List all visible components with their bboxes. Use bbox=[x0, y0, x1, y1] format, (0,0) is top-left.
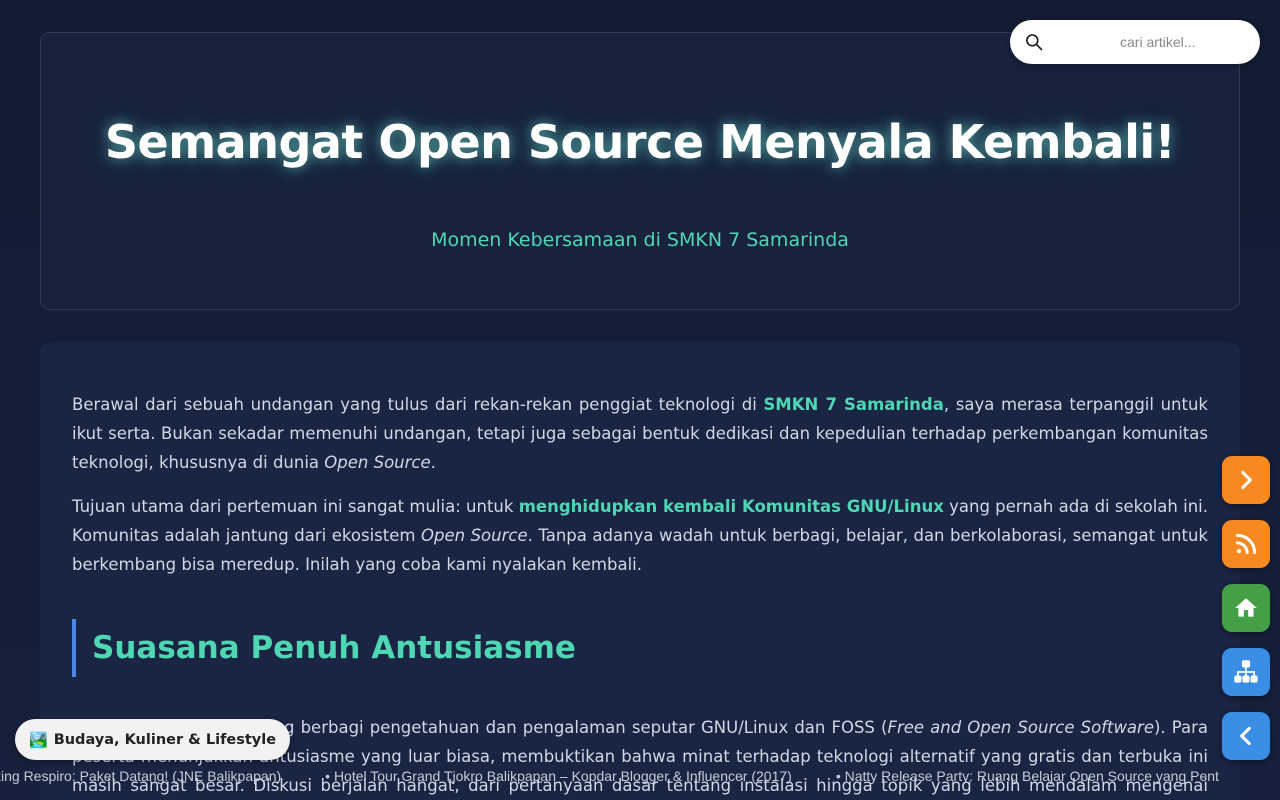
text-run: Tujuan utama dari pertemuan ini sangat m… bbox=[72, 497, 519, 516]
page-subtitle: Momen Kebersamaan di SMKN 7 Samarinda bbox=[431, 229, 849, 251]
chevron-right-icon bbox=[1241, 470, 1252, 490]
sitemap-button[interactable] bbox=[1222, 648, 1270, 696]
highlight-school: SMKN 7 Samarinda bbox=[763, 395, 944, 414]
sitemap-icon bbox=[1234, 660, 1258, 683]
landscape-icon: 🏞️ bbox=[29, 730, 48, 749]
chevron-left-icon bbox=[1240, 726, 1251, 746]
ticker-link[interactable]: xing Respiro: Paket Datang! (JNE Balikpa… bbox=[0, 768, 281, 784]
home-icon bbox=[1235, 598, 1257, 617]
page-header: Semangat Open Source Menyala Kembali! Mo… bbox=[40, 32, 1240, 310]
article-paragraph-1: Berawal dari sebuah undangan yang tulus … bbox=[72, 390, 1208, 477]
article-paragraph-2: Tujuan utama dari pertemuan ini sangat m… bbox=[72, 492, 1208, 579]
section-title: Suasana Penuh Antusiasme bbox=[92, 630, 576, 666]
page-title: Semangat Open Source Menyala Kembali! bbox=[104, 115, 1176, 169]
highlight-community: menghidupkan kembali Komunitas GNU/Linux bbox=[518, 497, 944, 516]
emphasis-foss: Free and Open Source Software bbox=[887, 718, 1154, 737]
text-run: . bbox=[430, 453, 436, 472]
section-heading: Suasana Penuh Antusiasme bbox=[72, 619, 1208, 677]
category-badge[interactable]: 🏞️ Budaya, Kuliner & Lifestyle bbox=[15, 719, 291, 760]
search-icon[interactable] bbox=[1024, 32, 1044, 52]
search-input[interactable] bbox=[1120, 20, 1250, 64]
text-run: Berawal dari sebuah undangan yang tulus … bbox=[72, 395, 764, 414]
rss-feed-button[interactable] bbox=[1222, 520, 1270, 568]
ticker-link[interactable]: • Hotel Tour Grand Tjokro Balikpapan – K… bbox=[325, 768, 792, 784]
related-posts-ticker: xing Respiro: Paket Datang! (JNE Balikpa… bbox=[0, 766, 1280, 788]
home-button[interactable] bbox=[1222, 584, 1270, 632]
category-label: Budaya, Kuliner & Lifestyle bbox=[53, 731, 277, 748]
previous-post-button[interactable] bbox=[1222, 712, 1270, 760]
next-post-button[interactable] bbox=[1222, 456, 1270, 504]
ticker-link[interactable]: • Natty Release Party: Ruang Belajar Ope… bbox=[836, 768, 1219, 784]
search-box[interactable] bbox=[1010, 20, 1260, 64]
emphasis-open-source: Open Source bbox=[324, 453, 431, 472]
emphasis-open-source: Open Source bbox=[420, 526, 528, 545]
rss-icon bbox=[1235, 533, 1257, 555]
